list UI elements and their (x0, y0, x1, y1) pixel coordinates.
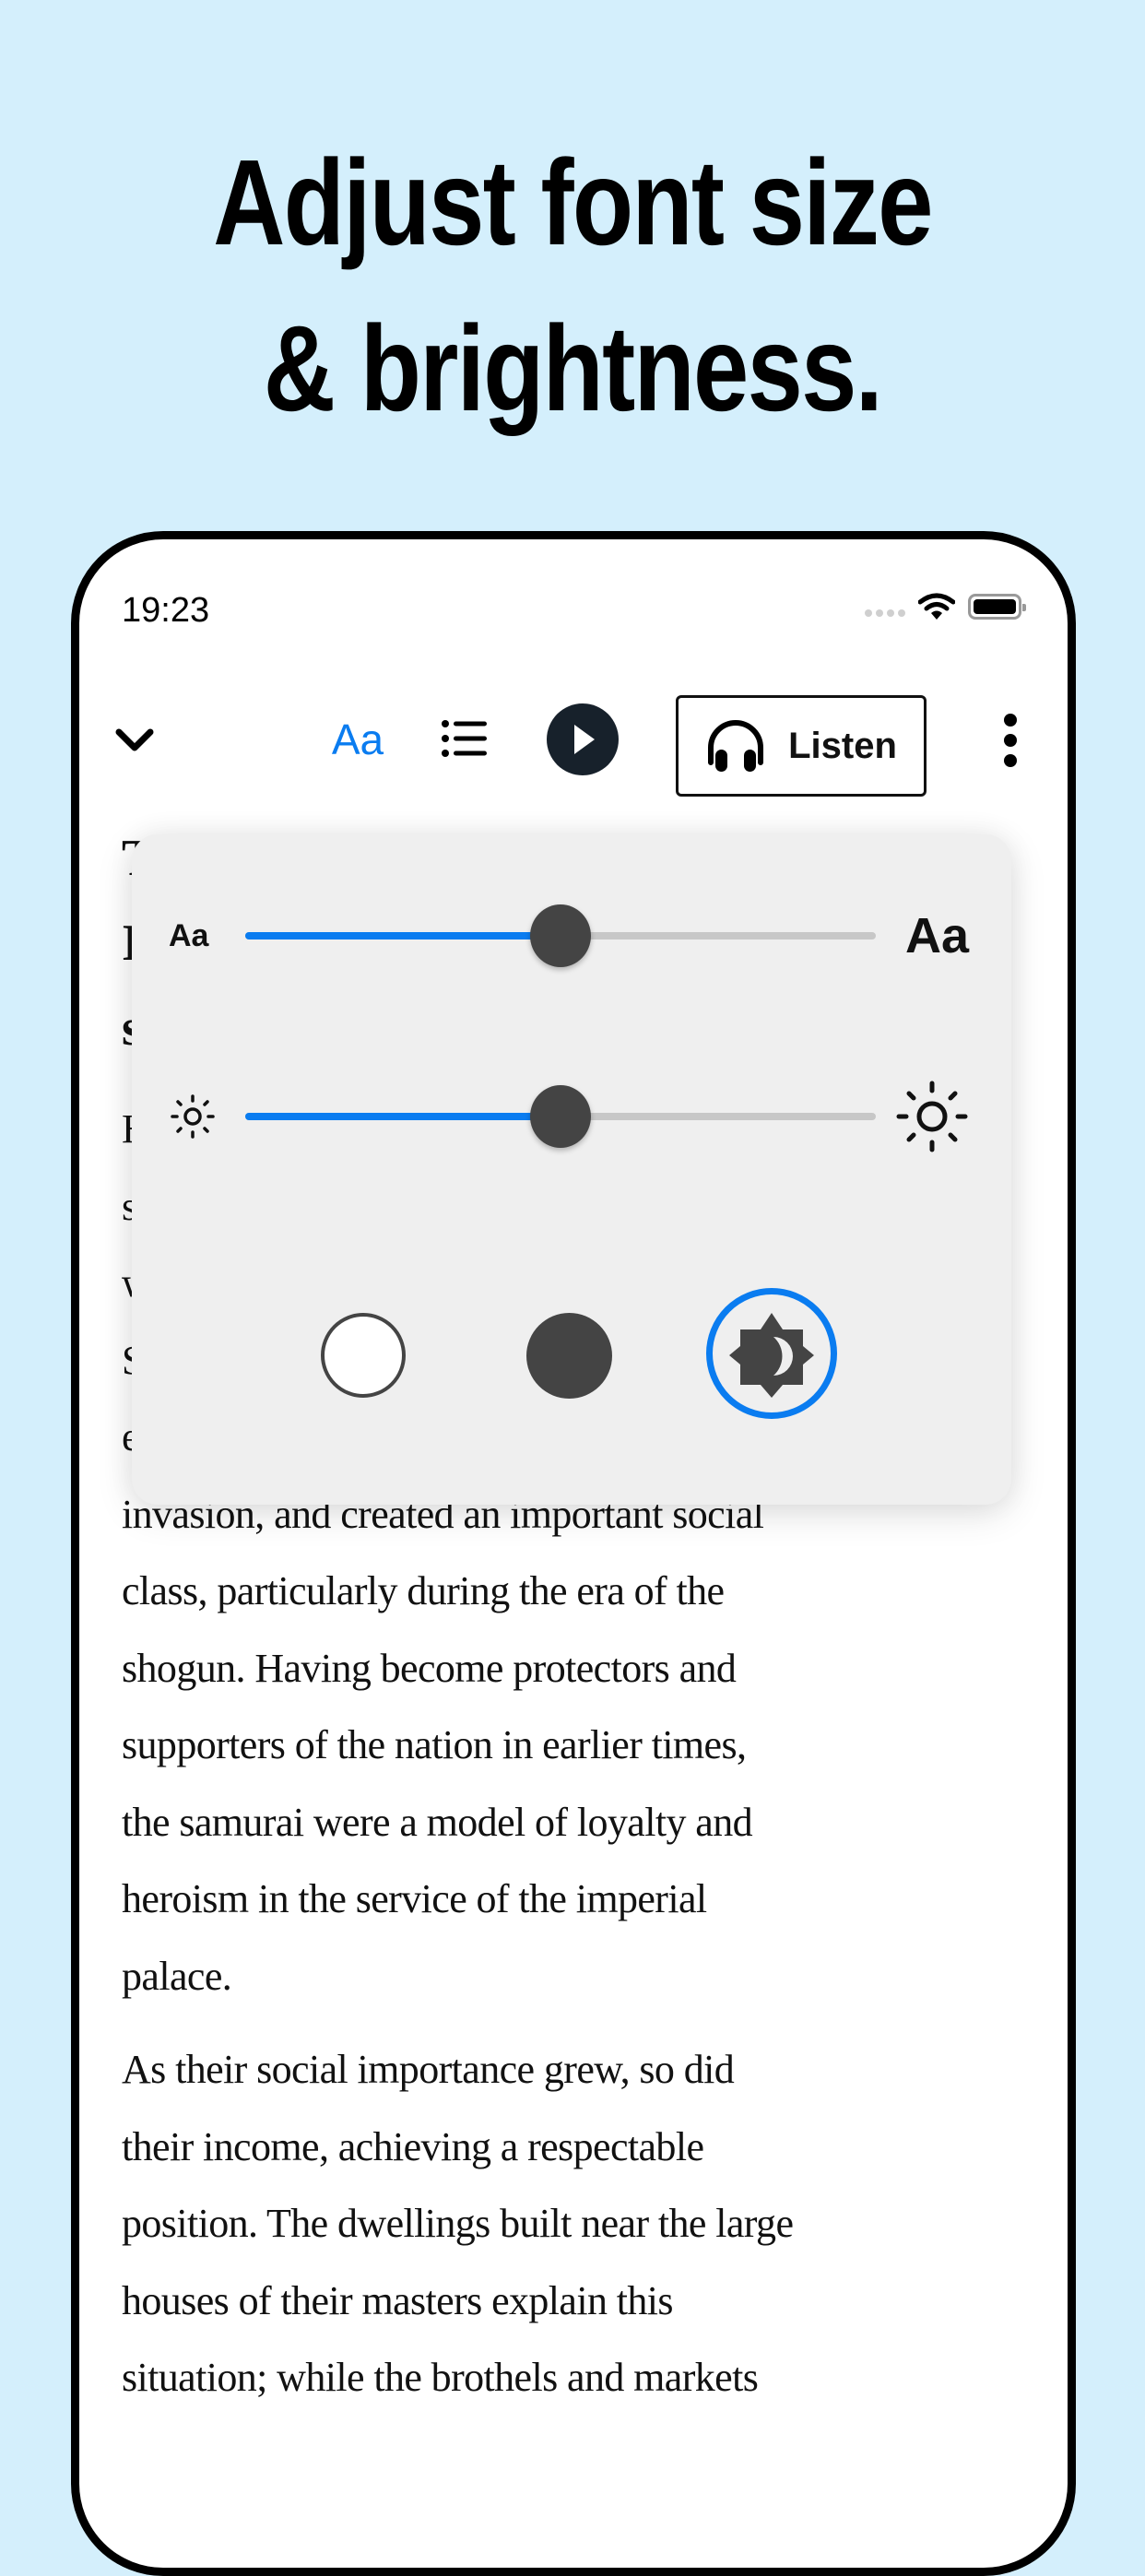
font-size-slider-row: Aa Aa (132, 899, 1011, 973)
chevron-down-icon (115, 728, 154, 751)
reader-toolbar: Aa Listen (79, 687, 1068, 798)
theme-dark-button[interactable] (526, 1313, 612, 1399)
sun-large-icon (896, 1081, 968, 1152)
sun-small-icon (171, 1094, 215, 1139)
status-time: 19:23 (122, 591, 210, 630)
font-size-large-label: Aa (904, 908, 969, 963)
brightness-slider-row (132, 1080, 1011, 1153)
play-icon (574, 725, 595, 754)
headline-line-2: & brightness. (263, 301, 883, 436)
theme-selector (132, 1275, 1011, 1419)
headline-line-1: Adjust font size (213, 135, 933, 270)
more-vertical-icon (1004, 714, 1017, 727)
listen-button[interactable]: Listen (676, 695, 927, 797)
font-size-slider-fill (245, 932, 561, 939)
battery-icon (968, 594, 1026, 620)
font-settings-button[interactable]: Aa (321, 707, 395, 772)
table-of-contents-button[interactable] (437, 711, 492, 766)
headline: Adjust font size & brightness. (103, 120, 1042, 452)
listen-label: Listen (788, 725, 897, 766)
article-paragraph: As their social importance grew, so did … (122, 2047, 794, 2400)
wifi-icon (918, 593, 955, 620)
brightness-auto-icon (729, 1313, 814, 1398)
brightness-slider[interactable] (245, 1085, 876, 1148)
theme-auto-button[interactable] (706, 1288, 837, 1419)
list-icon (442, 720, 487, 757)
font-size-slider[interactable] (245, 904, 876, 967)
headphones-icon (708, 720, 764, 772)
collapse-button[interactable] (109, 715, 160, 766)
brightness-slider-fill (245, 1113, 561, 1120)
phone-frame: 19:23 Aa Listen s invasion, and created … (71, 531, 1076, 2576)
signal-icon (865, 609, 905, 617)
more-options-button[interactable] (992, 711, 1029, 770)
reader-settings-popover: Aa Aa (132, 834, 1011, 1505)
font-size-small-label: Aa (169, 917, 209, 953)
font-size-slider-thumb[interactable] (530, 904, 591, 967)
theme-light-button[interactable] (321, 1313, 406, 1398)
play-button[interactable] (547, 703, 619, 775)
status-icons (865, 593, 1026, 620)
brightness-slider-thumb[interactable] (530, 1085, 591, 1148)
